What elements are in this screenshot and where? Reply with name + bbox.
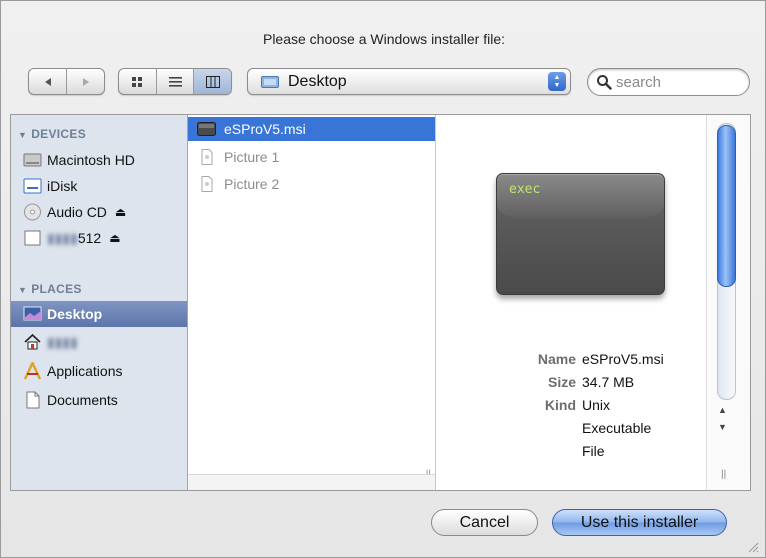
file-item-picture-2[interactable]: Picture 2 [188,172,435,196]
sidebar-item-desktop[interactable]: Desktop [11,301,187,327]
horizontal-scrollbar[interactable] [188,474,435,490]
eject-icon[interactable]: ⏏ [109,231,120,245]
kind-key: Kind [544,397,576,413]
executable-icon [197,122,216,136]
scroll-down-arrow-icon[interactable]: ▼ [718,422,727,432]
search-placeholder: search [616,74,662,91]
image-file-icon [201,149,213,165]
resize-grip-icon[interactable] [747,541,759,553]
file-name: eSProV5.msi [224,121,306,137]
dialog-prompt: Please choose a Windows installer file: [262,31,505,47]
sidebar-item-external-drive[interactable]: ▮▮▮▮ 512 ⏏ [11,225,187,251]
file-name: Picture 2 [224,176,280,192]
sidebar-item-label: Applications [47,363,123,379]
icon-view-button[interactable] [119,69,156,94]
use-installer-button[interactable]: Use this installer [552,509,727,536]
search-field[interactable]: search [587,68,750,96]
drive-icon [24,230,41,246]
folder-icon [261,76,279,88]
documents-icon [26,391,40,409]
sidebar-item-label: Audio CD [47,204,107,220]
scroll-up-arrow-icon[interactable]: ▲ [718,405,727,415]
places-header[interactable]: ▼ PLACES [18,282,82,296]
column-resize-handle[interactable]: || [721,469,726,480]
image-file-icon [201,176,213,192]
back-forward-control [28,68,105,95]
icon-view-icon [132,76,143,87]
applications-icon [23,362,42,380]
sidebar: ▼ DEVICES Macintosh HD iDisk Audio CD ⏏ ▮… [11,115,188,490]
eject-icon[interactable]: ⏏ [115,205,126,219]
desktop-icon [23,306,42,321]
sidebar-item-label: Documents [47,392,118,408]
file-browser: ▼ DEVICES Macintosh HD iDisk Audio CD ⏏ ▮… [10,114,751,491]
forward-arrow-icon [82,77,89,86]
file-item-picture-1[interactable]: Picture 1 [188,145,435,169]
sidebar-item-label: 512 [77,230,102,246]
devices-header[interactable]: ▼ DEVICES [18,127,86,141]
vertical-scrollbar[interactable]: ▲ ▼ || [706,115,750,490]
sidebar-item-audio-cd[interactable]: Audio CD ⏏ [11,199,187,225]
sidebar-item-label: Desktop [47,306,103,322]
list-view-button[interactable] [155,69,194,94]
file-name: Picture 1 [224,149,280,165]
file-column: eSProV5.msi Picture 1 Picture 2 || [188,115,436,490]
obscured-label: ▮▮▮▮ [47,333,78,350]
scroll-thumb[interactable] [717,125,736,287]
cd-icon [24,203,41,221]
home-icon [24,333,41,350]
popup-arrows-icon: ▲ ▼ [548,72,566,91]
view-mode-control [118,68,232,95]
size-value: 34.7 MB [582,374,635,390]
kind-value: Unix Executable File [582,397,652,459]
size-key: Size [547,374,576,390]
sidebar-item-applications[interactable]: Applications [11,358,187,384]
list-view-icon [168,76,182,87]
column-view-icon [205,75,220,88]
location-popup[interactable]: Desktop ▲ ▼ [247,68,571,95]
back-button[interactable] [29,69,66,94]
location-label: Desktop [288,73,347,90]
forward-button[interactable] [66,69,104,94]
file-item-esprov5-msi[interactable]: eSProV5.msi [188,117,435,141]
exec-label: exec [509,182,541,197]
sidebar-item-documents[interactable]: Documents [11,387,187,413]
obscured-label: ▮▮▮▮ [47,229,78,246]
sidebar-item-label: Macintosh HD [47,152,135,168]
sidebar-item-label: iDisk [47,178,78,194]
open-dialog: Please choose a Windows installer file: … [0,0,766,558]
cancel-button[interactable]: Cancel [431,509,538,536]
back-arrow-icon [44,77,51,86]
sidebar-item-macintosh-hd[interactable]: Macintosh HD [11,147,187,173]
search-icon [597,75,612,90]
sidebar-item-idisk[interactable]: iDisk [11,173,187,199]
preview-pane: exec Name eSProV5.msi Size 34.7 MB Kind … [436,115,706,490]
name-value: eSProV5.msi [582,351,664,367]
column-view-button[interactable] [193,69,231,94]
executable-preview-icon: exec [496,173,665,295]
sidebar-item-home[interactable]: ▮▮▮▮ [11,329,187,355]
name-key: Name [537,351,576,367]
hard-drive-icon [23,153,42,167]
idisk-icon [23,178,42,194]
